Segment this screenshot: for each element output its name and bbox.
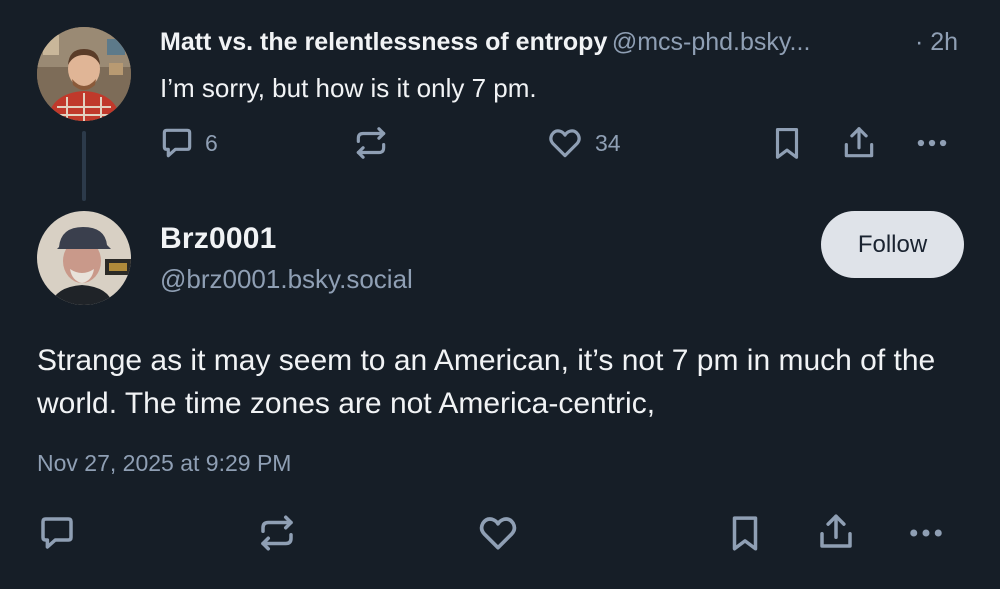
parent-post-text: I’m sorry, but how is it only 7 pm. bbox=[160, 73, 537, 103]
parent-bookmark-button[interactable] bbox=[768, 124, 806, 162]
bookmark-icon bbox=[775, 127, 799, 159]
reply-icon bbox=[162, 128, 192, 158]
parent-reply-count: 6 bbox=[205, 129, 218, 156]
author-avatar[interactable] bbox=[37, 211, 131, 305]
follow-button[interactable]: Follow bbox=[821, 211, 964, 278]
main-post-text: Strange as it may seem to an American, i… bbox=[37, 344, 936, 420]
parent-post-time: · 2h bbox=[915, 28, 959, 56]
parent-like-button[interactable]: 34 bbox=[546, 124, 621, 162]
like-icon bbox=[479, 517, 517, 550]
author-handle[interactable]: @brz0001.bsky.social bbox=[160, 264, 413, 295]
bookmark-icon bbox=[732, 516, 758, 551]
parent-like-count: 34 bbox=[595, 129, 621, 156]
thread-line bbox=[82, 131, 86, 201]
share-icon bbox=[820, 514, 852, 548]
like-icon bbox=[549, 129, 581, 158]
main-share-button[interactable] bbox=[815, 511, 857, 553]
main-reply-button[interactable] bbox=[36, 512, 78, 554]
parent-avatar[interactable] bbox=[37, 27, 131, 121]
more-icon bbox=[910, 529, 942, 537]
avatar-photo-icon bbox=[37, 27, 131, 121]
main-like-button[interactable] bbox=[476, 511, 520, 555]
repost-icon bbox=[356, 127, 386, 159]
parent-display-name[interactable]: Matt vs. the relentlessness of entropy bbox=[160, 28, 607, 56]
share-icon bbox=[844, 127, 874, 158]
avatar-photo-icon bbox=[37, 211, 131, 305]
reply-icon bbox=[41, 517, 73, 549]
parent-more-button[interactable] bbox=[912, 124, 952, 162]
parent-handle[interactable]: @mcs-phd.bsky... bbox=[612, 28, 811, 56]
parent-share-button[interactable] bbox=[840, 124, 878, 162]
parent-post-header: Matt vs. the relentlessness of entropy @… bbox=[160, 28, 810, 57]
parent-repost-button[interactable] bbox=[352, 124, 390, 162]
parent-reply-button[interactable]: 6 bbox=[158, 124, 218, 162]
more-icon bbox=[917, 139, 947, 147]
author-display-name[interactable]: Brz0001 bbox=[160, 222, 276, 256]
main-bookmark-button[interactable] bbox=[724, 512, 766, 554]
repost-icon bbox=[261, 515, 293, 551]
main-repost-button[interactable] bbox=[256, 512, 298, 554]
main-more-button[interactable] bbox=[904, 512, 948, 554]
post-timestamp[interactable]: Nov 27, 2025 at 9:29 PM bbox=[37, 450, 291, 477]
